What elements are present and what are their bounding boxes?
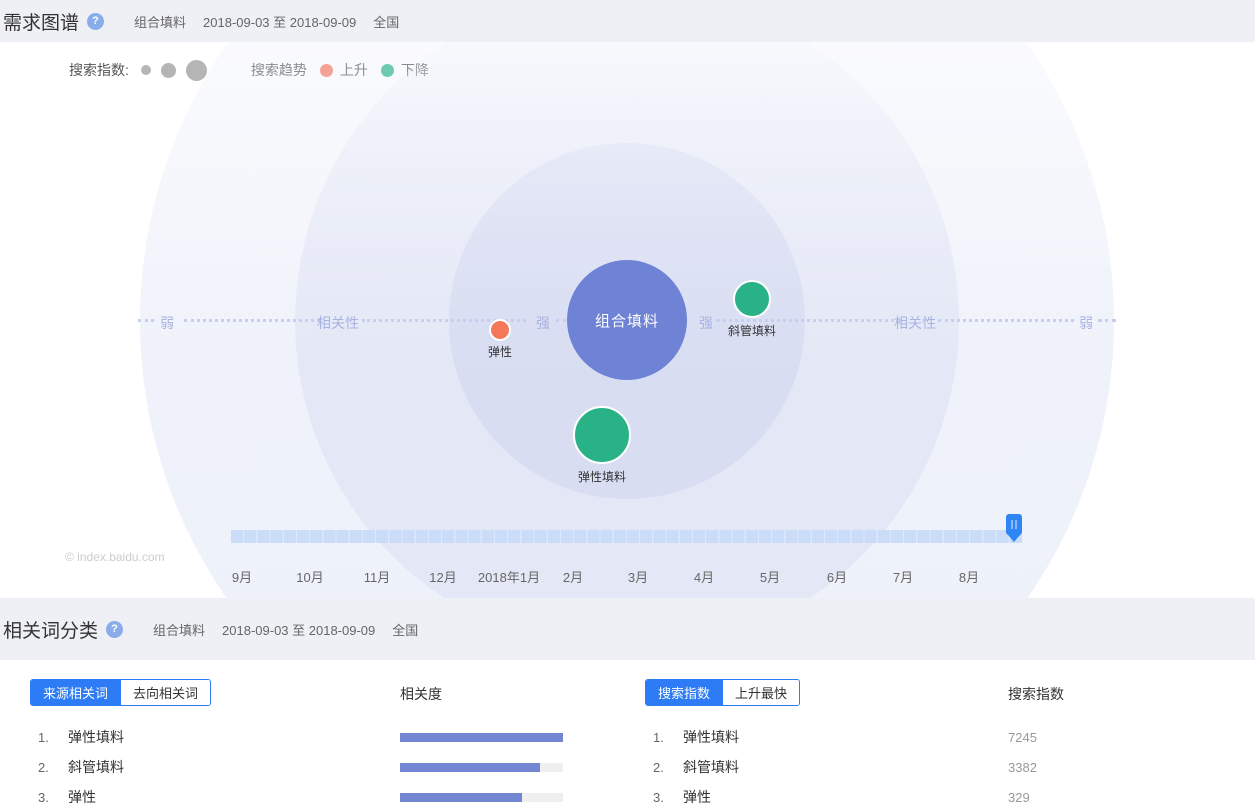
relevance-bar-fill	[400, 763, 540, 772]
rank-label: 2.	[38, 760, 60, 775]
month-label: 2018年1月	[478, 567, 540, 586]
timeline-month-labels: 9月 10月 11月 12月 2018年1月 2月 3月 4月 5月 6月 7月…	[0, 567, 1255, 583]
month-label: 5月	[760, 567, 780, 586]
tab-dest-related-words[interactable]: 去向相关词	[120, 680, 210, 705]
relevance-bar-track	[400, 763, 563, 772]
help-icon[interactable]: ?	[87, 13, 104, 30]
month-label: 10月	[296, 567, 323, 586]
tab-source-related-words[interactable]: 来源相关词	[31, 680, 120, 705]
size-dot-medium-icon	[161, 63, 176, 78]
search-index-list: 1. 弹性填料 7245 2. 斜管填料 3382 3. 弹性 329	[645, 722, 1065, 811]
axis-weak-right-label: 弱	[1079, 313, 1093, 333]
axis-dotted-line	[556, 319, 566, 322]
axis-relevance-left-label: 相关性	[317, 313, 359, 333]
node-tanxing-tianliao[interactable]	[573, 406, 631, 464]
axis-dotted-line	[138, 319, 154, 322]
list-item[interactable]: 1. 弹性填料 7245	[645, 722, 1065, 752]
legend-size-label: 搜索指数:	[69, 60, 129, 80]
month-label: 12月	[429, 567, 456, 586]
search-index-column-header: 搜索指数	[1008, 684, 1064, 704]
month-label: 4月	[694, 567, 714, 586]
help-icon[interactable]: ?	[106, 621, 123, 638]
search-index-value: 3382	[1008, 760, 1037, 775]
size-dot-large-icon	[186, 60, 207, 81]
node-xieguan-tianliao[interactable]	[733, 280, 771, 318]
axis-dotted-line	[938, 319, 1074, 322]
rank-label: 1.	[38, 730, 60, 745]
rank-label: 1.	[653, 730, 675, 745]
relevance-list: 1. 弹性填料 2. 斜管填料 3. 弹性	[30, 722, 563, 811]
size-dot-small-icon	[141, 65, 151, 75]
word-link[interactable]: 弹性填料	[68, 727, 400, 747]
region-label: 全国	[392, 620, 418, 639]
region-label: 全国	[373, 12, 399, 31]
slider-pointer-tip	[1008, 535, 1020, 542]
axis-dotted-line	[1098, 319, 1116, 322]
watermark: © index.baidu.com	[65, 550, 165, 564]
list-item[interactable]: 3. 弹性 329	[645, 782, 1065, 811]
list-item[interactable]: 1. 弹性填料	[30, 722, 563, 752]
index-rising-tab-group: 搜索指数 上升最快	[645, 679, 800, 706]
keyword-label: 组合填料	[134, 12, 186, 31]
node-xieguan-tianliao-label: 斜管填料	[728, 322, 776, 339]
relevance-bar-track	[400, 793, 563, 802]
rank-label: 2.	[653, 760, 675, 775]
related-words-header: 相关词分类 ? 组合填料 2018-09-03 至 2018-09-09 全国	[0, 598, 1255, 660]
month-label: 2月	[563, 567, 583, 586]
axis-strong-right-label: 强	[699, 313, 713, 333]
center-keyword-label: 组合填料	[595, 310, 659, 331]
slider-pause-icon	[1006, 514, 1022, 535]
axis-weak-left-label: 弱	[160, 313, 174, 333]
relevance-bar-track	[400, 733, 563, 742]
word-link[interactable]: 斜管填料	[68, 757, 400, 777]
axis-dotted-line	[184, 319, 320, 322]
month-label: 8月	[959, 567, 979, 586]
list-item[interactable]: 2. 斜管填料	[30, 752, 563, 782]
search-index-value: 7245	[1008, 730, 1037, 745]
node-tanxing[interactable]	[489, 319, 511, 341]
relevance-column-header: 相关度	[400, 684, 442, 704]
rank-label: 3.	[38, 790, 60, 805]
node-tanxing-tianliao-label: 弹性填料	[578, 468, 626, 485]
date-range-label: 2018-09-03 至 2018-09-09	[222, 620, 375, 639]
word-link[interactable]: 弹性	[68, 787, 400, 807]
search-index-value: 329	[1008, 790, 1030, 805]
relevance-bar-fill	[400, 733, 563, 742]
timeline-slider-handle[interactable]	[1006, 514, 1022, 544]
month-label: 6月	[827, 567, 847, 586]
related-words-card: 来源相关词 去向相关词 相关度 1. 弹性填料 2. 斜管填料 3. 弹性 搜索…	[0, 660, 1255, 811]
node-center-keyword[interactable]: 组合填料	[567, 260, 687, 380]
demand-map-header: 需求图谱 ? 组合填料 2018-09-03 至 2018-09-09 全国	[0, 0, 1255, 42]
node-tanxing-label: 弹性	[488, 343, 512, 360]
month-label: 11月	[364, 567, 391, 586]
page-title: 需求图谱	[3, 8, 79, 35]
month-label: 9月	[232, 567, 252, 586]
list-item[interactable]: 3. 弹性	[30, 782, 563, 811]
axis-strong-left-label: 强	[536, 313, 550, 333]
date-range-label: 2018-09-03 至 2018-09-09	[203, 12, 356, 31]
timeline-track[interactable]	[231, 530, 1022, 543]
keyword-label: 组合填料	[153, 620, 205, 639]
rank-label: 3.	[653, 790, 675, 805]
month-label: 3月	[628, 567, 648, 586]
axis-relevance-right-label: 相关性	[894, 313, 936, 333]
section-title: 相关词分类	[3, 616, 98, 643]
month-label: 7月	[893, 567, 913, 586]
tab-search-index[interactable]: 搜索指数	[646, 680, 722, 705]
demand-map-card: 搜索指数: 搜索趋势 上升 下降 弱 相关性 强 强 相关性 弱 弹性 组合填料…	[0, 42, 1255, 598]
source-dest-tab-group: 来源相关词 去向相关词	[30, 679, 211, 706]
list-item[interactable]: 2. 斜管填料 3382	[645, 752, 1065, 782]
tab-fastest-rising[interactable]: 上升最快	[722, 680, 799, 705]
relevance-bar-fill	[400, 793, 522, 802]
